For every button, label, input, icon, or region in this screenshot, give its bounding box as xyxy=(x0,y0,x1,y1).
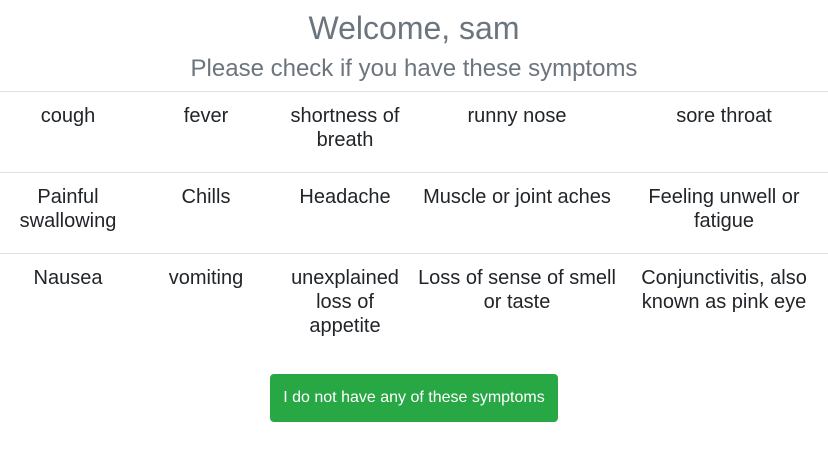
no-symptoms-button[interactable]: I do not have any of these symptoms xyxy=(270,374,558,422)
symptom-sore-throat[interactable]: sore throat xyxy=(620,91,828,173)
symptom-loss-of-appetite[interactable]: unexplained loss of appetite xyxy=(276,253,414,348)
symptom-headache[interactable]: Headache xyxy=(276,172,414,254)
symptom-nausea[interactable]: Nausea xyxy=(0,253,136,348)
symptom-runny-nose[interactable]: runny nose xyxy=(414,91,620,173)
symptom-conjunctivitis[interactable]: Conjunctivitis, also known as pink eye xyxy=(620,253,828,348)
symptom-chills[interactable]: Chills xyxy=(136,172,276,254)
symptom-fever[interactable]: fever xyxy=(136,91,276,173)
symptom-fatigue[interactable]: Feeling unwell or fatigue xyxy=(620,172,828,254)
symptom-loss-of-smell-taste[interactable]: Loss of sense of smell or taste xyxy=(414,253,620,348)
symptom-vomiting[interactable]: vomiting xyxy=(136,253,276,348)
symptom-row: cough fever shortness of breath runny no… xyxy=(0,91,828,173)
symptom-row: Painful swallowing Chills Headache Muscl… xyxy=(0,172,828,254)
symptom-cough[interactable]: cough xyxy=(0,91,136,173)
page-subtitle: Please check if you have these symptoms xyxy=(190,55,638,82)
symptom-table: cough fever shortness of breath runny no… xyxy=(0,91,828,348)
symptom-muscle-joint-aches[interactable]: Muscle or joint aches xyxy=(414,172,620,254)
page-title: Welcome, sam xyxy=(308,10,520,46)
symptom-row: Nausea vomiting unexplained loss of appe… xyxy=(0,253,828,348)
symptom-shortness-of-breath[interactable]: shortness of breath xyxy=(276,91,414,173)
symptom-painful-swallowing[interactable]: Painful swallowing xyxy=(0,172,136,254)
